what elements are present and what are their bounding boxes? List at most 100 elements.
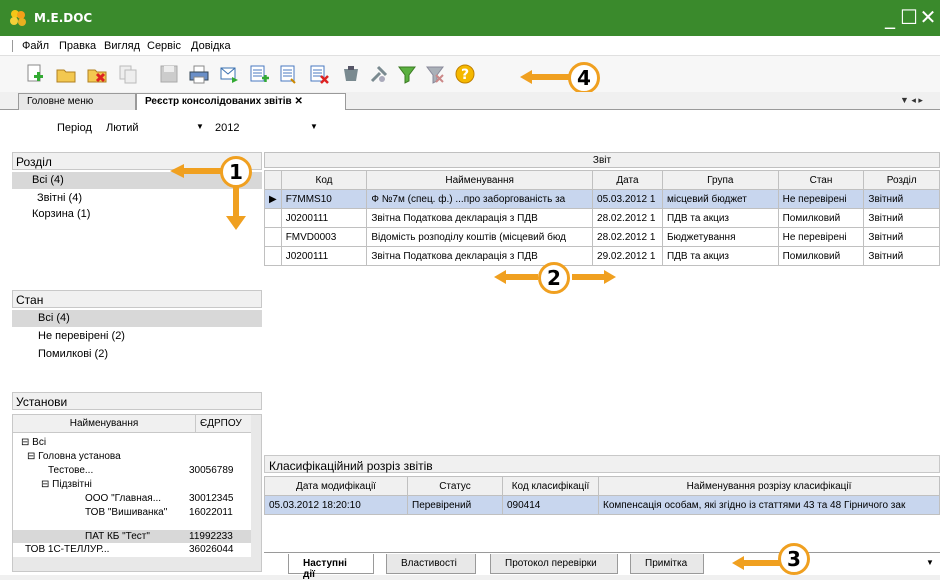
delete-doc-icon[interactable] — [86, 63, 108, 85]
chevron-down-icon[interactable]: ▼ — [196, 122, 204, 131]
column-header-name[interactable]: Найменування — [13, 415, 196, 433]
table-row[interactable]: J0200111 Звітна Податкова декларація з П… — [264, 246, 940, 266]
tree-node[interactable]: ООО "Главная... — [85, 493, 161, 504]
section-item-reporting[interactable]: Звітні (4) — [37, 192, 82, 204]
tree-node[interactable]: ⊟ Підзвітні — [41, 479, 92, 490]
new-doc-icon[interactable] — [24, 63, 46, 85]
arrow-left-icon — [494, 270, 538, 284]
row-indicator — [264, 227, 282, 247]
tree-node[interactable]: ⊟ Всі — [21, 437, 46, 448]
clear-filter-icon[interactable] — [424, 63, 446, 85]
cell-date: 28.02.2012 1 — [592, 227, 663, 247]
maximize-button[interactable]: ☐ — [899, 6, 919, 28]
cell-group: ПДВ та акциз — [661, 208, 779, 228]
chevron-down-icon[interactable]: ▼ — [926, 558, 934, 567]
cell-section: Звітний — [863, 246, 940, 266]
row-indicator — [264, 170, 282, 190]
menu-help[interactable]: Довідка — [191, 40, 231, 52]
bag-icon[interactable] — [340, 63, 362, 85]
column-header-code[interactable]: Код — [280, 170, 368, 190]
cell-state: Не перевірені — [777, 227, 865, 247]
column-header-modified[interactable]: Дата модифікації — [264, 476, 408, 496]
section-item-trash[interactable]: Корзина (1) — [32, 208, 90, 220]
column-header-state[interactable]: Стан — [777, 170, 865, 190]
cell-code: FMVD0003 — [280, 227, 368, 247]
cell-group: ПДВ та акциз — [661, 246, 779, 266]
column-header-class-name[interactable]: Найменування розрізу класифікації — [598, 476, 940, 496]
classification-table: Дата модифікації Статус Код класифікації… — [264, 476, 940, 515]
year-select[interactable]: 2012 — [215, 122, 239, 134]
state-item-unchecked[interactable]: Не перевірені (2) — [38, 330, 125, 342]
menu-file[interactable]: Файл — [22, 40, 49, 52]
column-header-status[interactable]: Статус — [407, 476, 503, 496]
tools-icon[interactable] — [368, 63, 390, 85]
tree-node[interactable]: Тестове... — [48, 465, 93, 476]
tab-check-protocol[interactable]: Протокол перевірки — [490, 554, 618, 574]
column-header-group[interactable]: Група — [661, 170, 779, 190]
callout-4: 4 — [568, 62, 600, 94]
section-item-all[interactable]: Всі (4) — [32, 174, 64, 186]
remove-list-icon[interactable] — [308, 63, 330, 85]
arrow-left-icon — [732, 556, 780, 570]
menu-bar: Файл Правка Вигляд Сервіс Довідка — [0, 36, 940, 56]
print-icon[interactable] — [188, 63, 210, 85]
row-indicator — [264, 208, 282, 228]
institutions-panel-title: Установи — [12, 392, 262, 410]
cell-state: Помилковий — [777, 246, 865, 266]
tab-divider — [264, 552, 940, 553]
copy-doc-icon[interactable] — [117, 63, 139, 85]
horizontal-scrollbar[interactable] — [13, 557, 261, 571]
close-tab-icon[interactable]: ✕ — [295, 96, 303, 107]
list-icon[interactable] — [278, 63, 300, 85]
column-header-date[interactable]: Дата — [592, 170, 663, 190]
column-header-code[interactable]: ЄДРПОУ — [196, 415, 251, 433]
email-icon[interactable] — [218, 63, 240, 85]
add-list-icon[interactable] — [248, 63, 270, 85]
tree-node[interactable]: ТОВ 1С-ТЕЛЛУР... — [25, 544, 109, 555]
cell-state: Помилковий — [777, 208, 865, 228]
help-icon[interactable]: ? — [454, 63, 476, 85]
cell-date: 29.02.2012 1 — [592, 246, 663, 266]
state-item-errors[interactable]: Помилкові (2) — [38, 348, 108, 360]
menu-service[interactable]: Сервіс — [147, 40, 181, 52]
tree-node[interactable]: ТОВ "Вишиванка" — [85, 507, 167, 518]
tree-node-code: 16022011 — [189, 507, 233, 518]
window-title: M.E.DOC — [34, 11, 93, 25]
tree-node[interactable]: ⊟ Головна установа — [27, 451, 121, 462]
chevron-down-icon[interactable]: ▼ — [310, 122, 318, 131]
open-folder-icon[interactable] — [55, 63, 77, 85]
save-icon[interactable] — [158, 63, 180, 85]
menu-view[interactable]: Вигляд — [104, 40, 140, 52]
vertical-scrollbar[interactable] — [251, 415, 261, 557]
state-panel-title: Стан — [12, 290, 262, 308]
cell-name: Звітна Податкова декларація з ПДВ — [366, 208, 594, 228]
institutions-tree: Найменування ЄДРПОУ ⊟ Всі ⊟ Головна уста… — [12, 414, 262, 572]
callout-2: 2 — [538, 262, 570, 294]
column-header-name[interactable]: Найменування — [366, 170, 594, 190]
filter-icon[interactable] — [396, 63, 418, 85]
tab-main-menu[interactable]: Головне меню — [18, 93, 136, 110]
menu-edit[interactable]: Правка — [59, 40, 96, 52]
column-header-section[interactable]: Розділ — [863, 170, 940, 190]
tab-consolidated-registry[interactable]: Реєстр консолідованих звітів ✕ — [136, 93, 346, 111]
table-row[interactable]: ▶ F7MMS10 Ф №7м (спец. ф.) ...про заборг… — [264, 189, 940, 209]
table-row[interactable]: FMVD0003 Відомість розподілу коштів (міс… — [264, 227, 940, 247]
svg-text:?: ? — [461, 67, 469, 83]
cell-group: місцевий бюджет — [661, 189, 779, 209]
cell-class-name: Компенсація особам, які згідно із стаття… — [598, 495, 940, 515]
tree-node[interactable]: ПАТ КБ "Тест" — [85, 531, 150, 542]
month-select[interactable]: Лютий — [106, 122, 139, 134]
cell-section: Звітний — [863, 208, 940, 228]
tab-properties[interactable]: Властивості — [386, 554, 476, 574]
tab-next-actions[interactable]: Наступні дії — [288, 554, 374, 580]
menu-separator — [12, 40, 13, 52]
column-header-class-code[interactable]: Код класифікації — [502, 476, 599, 496]
tab-label: Реєстр консолідованих звітів — [145, 96, 292, 107]
table-row[interactable]: J0200111 Звітна Податкова декларація з П… — [264, 208, 940, 228]
tab-note[interactable]: Примітка — [630, 554, 704, 574]
state-item-all[interactable]: Всі (4) — [38, 312, 70, 324]
close-button[interactable]: ✕ — [918, 6, 938, 28]
minimize-button[interactable]: _ — [880, 6, 900, 28]
table-row[interactable]: 05.03.2012 18:20:10 Перевірений 090414 К… — [264, 495, 940, 515]
tab-list-icon[interactable]: ▼ ◂ ▸ — [900, 95, 923, 106]
